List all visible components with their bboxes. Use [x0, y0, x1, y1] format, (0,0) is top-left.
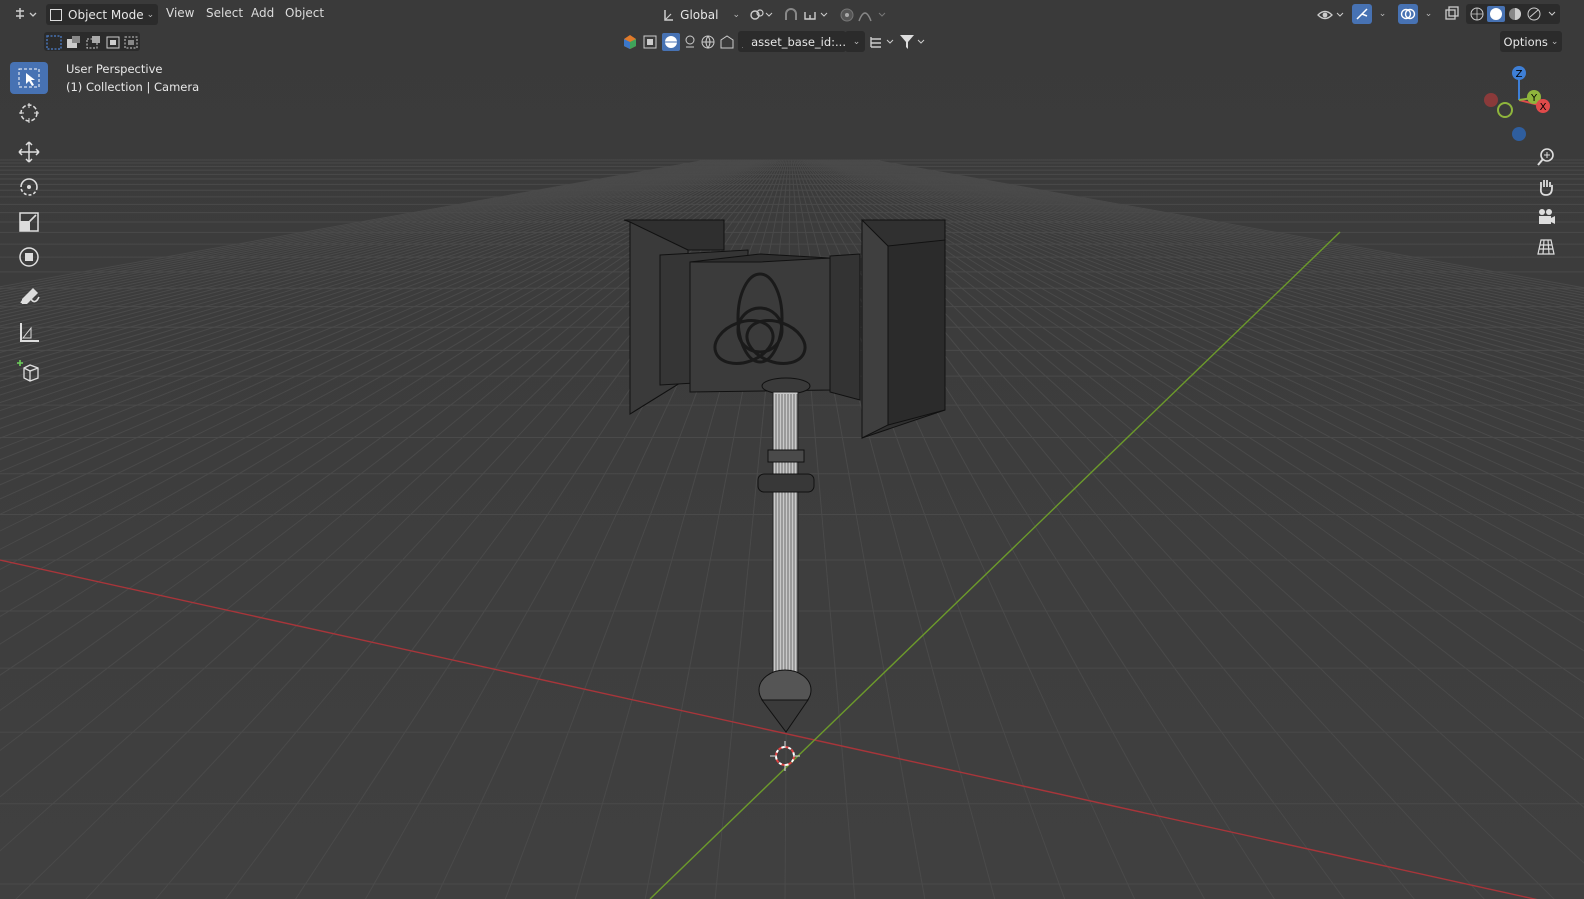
neg-z-handle — [1512, 127, 1526, 141]
visibility-dropdown[interactable] — [1316, 4, 1346, 25]
snap-icon — [785, 7, 828, 20]
snap-toggle[interactable] — [782, 4, 832, 25]
solid-shading-icon — [1490, 8, 1502, 20]
options-dropdown[interactable]: Options ⌄ — [1500, 31, 1562, 52]
chevron-down-icon: ⌄ — [1424, 9, 1433, 19]
viewport-header: Object Mode ⌄ View Select Add Object Glo… — [0, 0, 1584, 28]
view-name: User Perspective — [66, 62, 163, 76]
z-axis-handle: Z — [1512, 66, 1526, 80]
camera-view-button[interactable] — [1532, 203, 1560, 231]
tool-scale[interactable] — [10, 206, 48, 238]
collection-label: (1) Collection | Camera — [66, 80, 200, 94]
gizmo-dropdown[interactable]: ⌄ — [1374, 4, 1388, 24]
gizmo-icon — [1356, 8, 1368, 20]
tool-move[interactable] — [10, 136, 48, 168]
pivot-icon — [750, 8, 773, 20]
world-filter-icon — [701, 35, 715, 49]
transform-orientation-dropdown[interactable]: Global ⌄ — [662, 4, 740, 25]
measure-icon — [20, 323, 39, 342]
tool-rotate[interactable] — [10, 171, 48, 203]
proportional-editing-toggle[interactable] — [838, 4, 890, 25]
rotate-icon — [20, 178, 38, 196]
orientation-icon — [664, 9, 674, 21]
tool-select-box[interactable] — [10, 62, 48, 94]
mode-label: Object Mode — [68, 7, 144, 22]
pan-hand-icon — [1539, 180, 1553, 196]
tool-add-cube[interactable] — [10, 355, 48, 387]
scale-icon — [19, 212, 39, 232]
select-new-icon — [46, 34, 62, 50]
user-filter-icon — [720, 34, 734, 48]
transform-icon — [19, 247, 39, 267]
menu-view[interactable]: View — [166, 6, 194, 20]
tool-transform[interactable] — [10, 241, 48, 273]
rendered-shading-icon — [1527, 7, 1541, 21]
object-mode-icon — [50, 8, 62, 21]
mesh-filter-icon — [665, 35, 677, 48]
tool-measure[interactable] — [10, 316, 48, 348]
scene-icon — [624, 34, 636, 49]
xray-toggle[interactable] — [1442, 4, 1462, 24]
navigation-gizmo[interactable]: Z Y X — [1476, 60, 1566, 150]
svg-text:Z: Z — [1516, 69, 1523, 80]
chevron-down-icon: ⌄ — [1378, 9, 1387, 19]
xray-icon — [1445, 6, 1459, 20]
zoom-button[interactable] — [1532, 143, 1560, 171]
ortho-grid-icon — [1537, 239, 1555, 255]
menu-select[interactable]: Select — [206, 6, 243, 20]
overlay-toggle[interactable] — [1398, 4, 1418, 24]
gizmo-toggle[interactable] — [1352, 4, 1372, 24]
move-icon — [18, 141, 40, 163]
editor-type-button[interactable] — [12, 5, 40, 25]
cursor-icon — [19, 103, 39, 123]
options-label: Options — [1503, 34, 1548, 49]
filter-icon — [900, 34, 925, 49]
hierarchy-icon — [870, 36, 894, 48]
search-icon — [742, 46, 744, 48]
wireframe-shading-icon — [1470, 7, 1484, 21]
3d-viewport[interactable] — [0, 0, 1584, 899]
chevron-down-icon: ⌄ — [852, 36, 861, 47]
orientation-label: Global — [680, 7, 719, 22]
tool-annotate[interactable] — [10, 281, 48, 313]
search-field[interactable]: asset_base_id:... — [738, 31, 846, 52]
light-filter-icon — [685, 35, 695, 47]
view3d-icon — [16, 8, 37, 19]
pivot-dropdown[interactable] — [746, 4, 776, 25]
tool-cursor[interactable] — [10, 97, 48, 129]
ortho-toggle-button[interactable] — [1532, 233, 1560, 261]
filter-type-icons — [620, 31, 740, 52]
overlay-icon — [1400, 8, 1416, 20]
hierarchy-dropdown[interactable] — [868, 31, 898, 52]
selection-mode-group — [44, 32, 140, 51]
chevron-down-icon: ⌄ — [146, 9, 155, 20]
menu-object[interactable]: Object — [285, 6, 324, 20]
material-shading-icon — [1509, 8, 1521, 20]
camera-view-icon — [1539, 209, 1555, 224]
overlay-dropdown[interactable]: ⌄ — [1420, 4, 1434, 24]
chevron-down-icon: ⌄ — [732, 9, 740, 20]
zoom-icon — [1537, 148, 1554, 166]
search-text: asset_base_id:... — [751, 34, 846, 49]
mode-dropdown[interactable]: Object Mode ⌄ — [46, 4, 158, 25]
menu-add[interactable]: Add — [251, 6, 274, 20]
select-box-icon — [18, 68, 40, 88]
pan-button[interactable] — [1532, 173, 1560, 201]
annotate-icon — [20, 288, 40, 304]
shading-modes — [1466, 4, 1560, 24]
chevron-down-icon: ⌄ — [1550, 36, 1559, 47]
x-axis-handle: X — [1536, 99, 1550, 113]
filter-dropdown[interactable] — [898, 31, 928, 52]
eye-icon — [1317, 10, 1344, 19]
search-clear[interactable]: ⌄ — [845, 31, 865, 52]
svg-text:X: X — [1540, 102, 1547, 113]
neg-x-handle — [1484, 93, 1498, 107]
proportional-edit-icon — [840, 8, 886, 21]
svg-text:Y: Y — [1530, 93, 1538, 104]
neg-y-handle — [1497, 102, 1513, 118]
add-cube-icon — [17, 360, 39, 382]
object-filter-icon — [643, 35, 657, 48]
